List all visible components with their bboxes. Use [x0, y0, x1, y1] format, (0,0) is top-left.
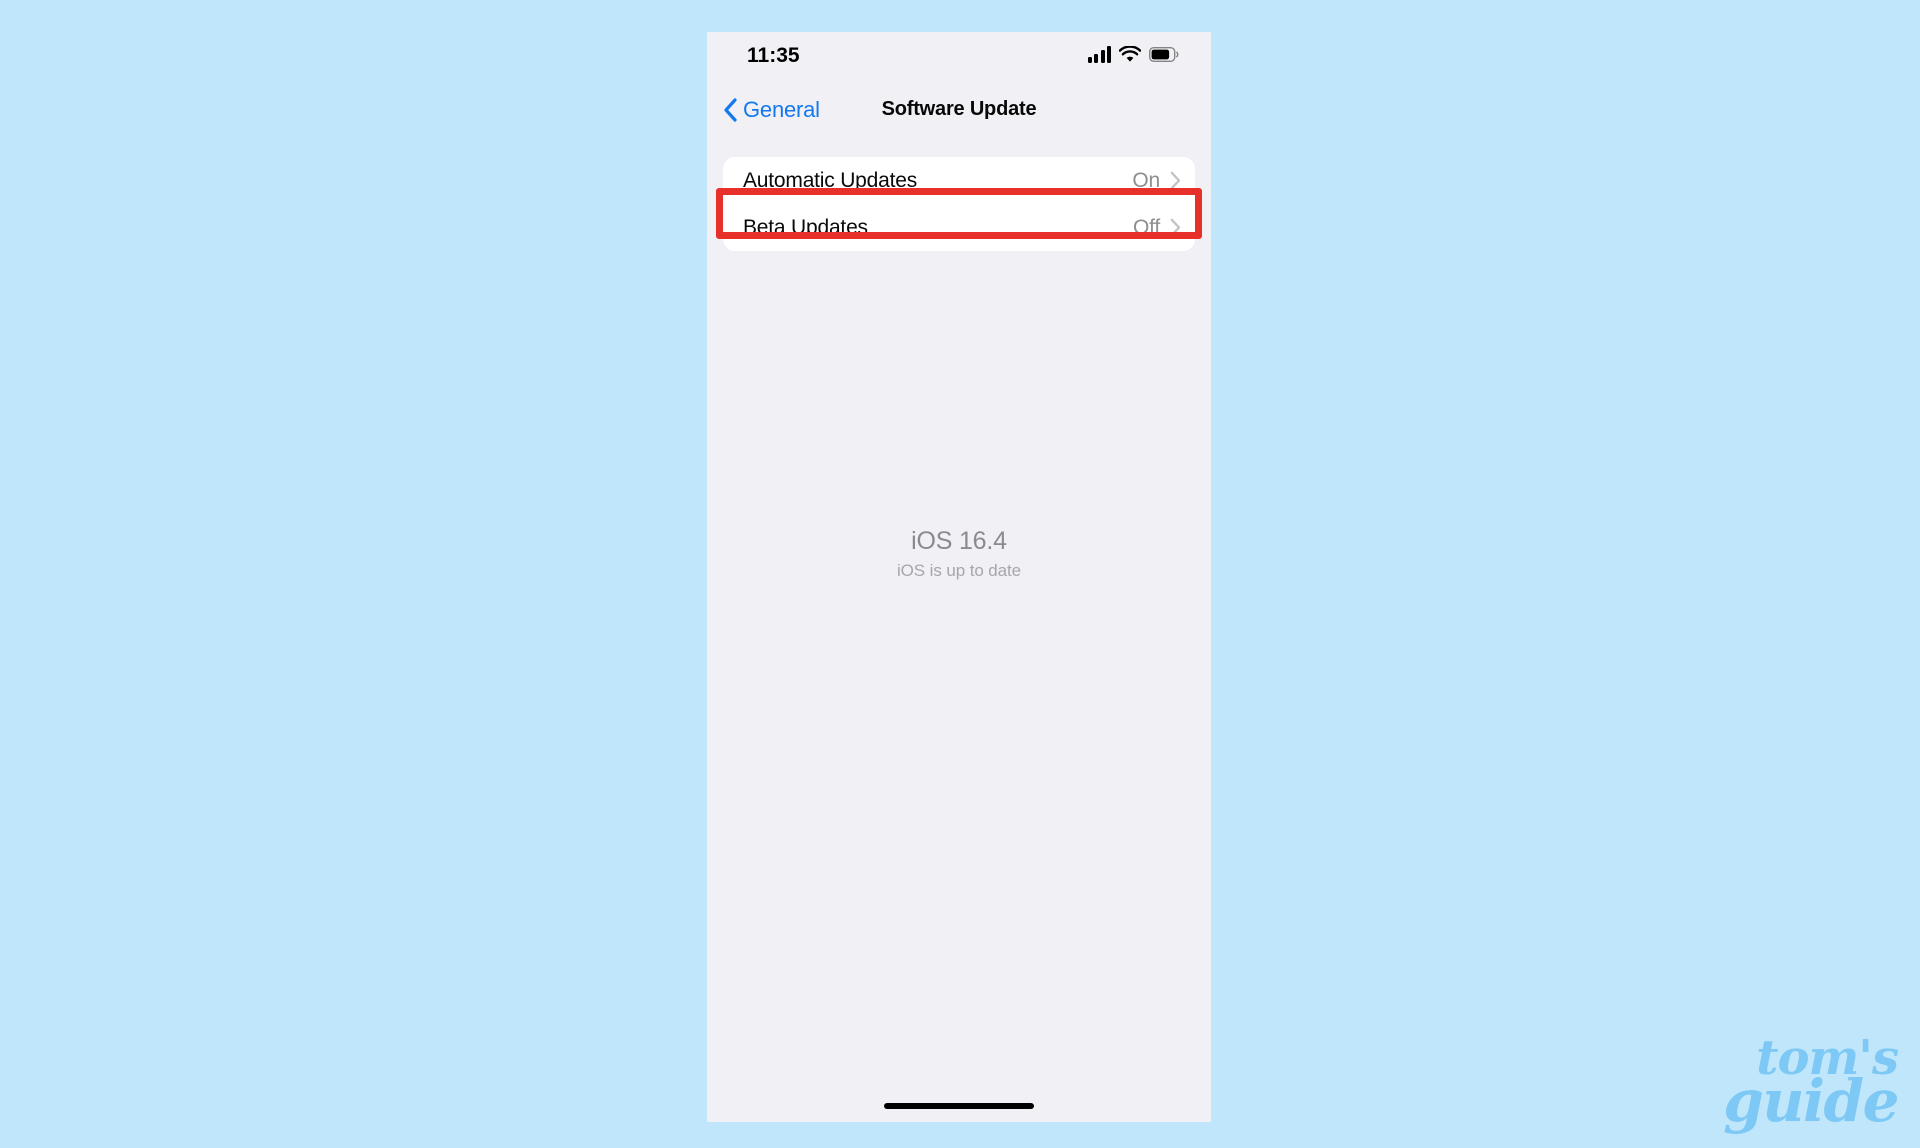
- status-bar: 11:35: [707, 32, 1211, 82]
- wifi-icon: [1119, 46, 1141, 63]
- settings-row-label: Automatic Updates: [743, 168, 918, 192]
- watermark-line-two: guide: [1723, 1067, 1899, 1136]
- phone-screen: 11:35 General Software Update Automatic …: [707, 32, 1211, 1122]
- settings-list: Automatic Updates On Beta Updates Off: [723, 157, 1195, 251]
- home-indicator-bar[interactable]: [884, 1103, 1034, 1109]
- toms-guide-watermark: tom's guide: [1723, 1034, 1899, 1136]
- settings-row-value: Off: [1132, 215, 1160, 239]
- settings-row-beta-updates[interactable]: Beta Updates Off: [723, 204, 1195, 251]
- battery-icon: [1149, 47, 1179, 62]
- status-bar-icons: [1087, 46, 1180, 63]
- chevron-right-icon: [1170, 171, 1181, 190]
- status-bar-time: 11:35: [747, 44, 800, 67]
- settings-row-automatic-updates[interactable]: Automatic Updates On: [723, 157, 1195, 204]
- version-status-text: iOS is up to date: [897, 561, 1021, 580]
- navigation-bar: General Software Update: [707, 82, 1211, 144]
- page-title: Software Update: [881, 98, 1037, 120]
- version-info: iOS 16.4 iOS is up to date: [707, 527, 1211, 581]
- settings-row-label: Beta Updates: [743, 215, 868, 239]
- cellular-signal-icon: [1087, 46, 1111, 63]
- settings-row-value: On: [1132, 168, 1160, 192]
- version-title: iOS 16.4: [911, 527, 1007, 555]
- chevron-right-icon: [1170, 218, 1181, 237]
